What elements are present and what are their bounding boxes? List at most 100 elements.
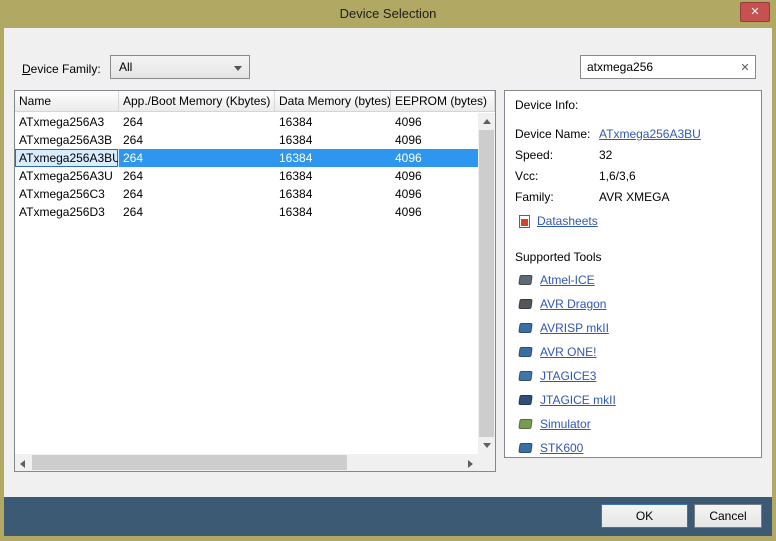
tool-link[interactable]: AVR ONE!: [540, 345, 596, 359]
info-row: Speed:32: [515, 145, 751, 166]
device-search-box: [580, 55, 756, 79]
atmel-ice-icon: [518, 275, 532, 285]
pdf-icon: [519, 215, 530, 228]
scroll-down-icon[interactable]: [478, 437, 495, 454]
horizontal-scroll-thumb[interactable]: [32, 455, 347, 470]
scroll-right-icon[interactable]: [461, 454, 478, 471]
device-value-cell: 16384: [275, 185, 391, 203]
table-header: Name App./Boot Memory (Kbytes) Data Memo…: [15, 91, 495, 112]
column-header-data[interactable]: Data Memory (bytes): [275, 91, 391, 111]
device-name-cell: ATxmega256D3: [15, 203, 119, 221]
device-info-fields: Device Name:ATxmega256A3BUSpeed:32Vcc:1,…: [515, 124, 751, 208]
tool-row: Atmel-ICE: [519, 268, 751, 292]
tool-row: Simulator: [519, 412, 751, 436]
tool-link[interactable]: AVRISP mkII: [540, 321, 609, 335]
device-value-cell: 4096: [391, 185, 478, 203]
info-value: 1,6/3,6: [599, 166, 636, 187]
device-value-cell: 264: [119, 203, 275, 221]
scrollbar-corner: [478, 454, 495, 471]
tool-link[interactable]: JTAGICE mkII: [540, 393, 616, 407]
page-title: Device Selection: [340, 6, 437, 21]
device-name-cell: ATxmega256A3BU: [15, 149, 119, 167]
tool-row: AVR ONE!: [519, 340, 751, 364]
title-bar[interactable]: Device Selection: [0, 0, 776, 28]
tool-link[interactable]: JTAGICE3: [540, 369, 596, 383]
scroll-up-icon[interactable]: [478, 113, 495, 130]
simulator-icon: [518, 419, 532, 429]
tool-row: JTAGICE3: [519, 364, 751, 388]
device-name-cell: ATxmega256C3: [15, 185, 119, 203]
device-value-cell: 16384: [275, 113, 391, 131]
info-label: Vcc:: [515, 166, 599, 187]
info-row: Family:AVR XMEGA: [515, 187, 751, 208]
ok-button[interactable]: OK: [601, 504, 688, 528]
avrisp-mkii-icon: [518, 323, 532, 333]
table-row[interactable]: ATxmega256A3BU264163844096: [15, 149, 478, 167]
supported-tools-heading: Supported Tools: [515, 250, 751, 264]
info-row: Vcc:1,6/3,6: [515, 166, 751, 187]
table-row[interactable]: ATxmega256A3U264163844096: [15, 167, 478, 185]
scroll-left-icon[interactable]: [15, 454, 32, 471]
datasheets-link[interactable]: Datasheets: [537, 214, 598, 228]
device-family-label: Device Family:: [22, 62, 101, 76]
info-value: 32: [599, 145, 612, 166]
info-label: Speed:: [515, 145, 599, 166]
device-value-cell: 4096: [391, 167, 478, 185]
avr-dragon-icon: [518, 299, 532, 309]
stk600-icon: [518, 443, 532, 453]
tool-row: JTAGICE mkII: [519, 388, 751, 412]
device-selection-dialog: Device Selection Device Family: All Name…: [0, 0, 776, 541]
table-row[interactable]: ATxmega256C3264163844096: [15, 185, 478, 203]
device-value-cell: 16384: [275, 149, 391, 167]
device-value-cell: 4096: [391, 131, 478, 149]
chevron-down-icon: [234, 66, 242, 71]
jtagice-mkii-icon: [518, 395, 532, 405]
device-info-header: Device Info:: [515, 98, 751, 112]
info-label: Family:: [515, 187, 599, 208]
device-family-value: All: [119, 60, 132, 74]
table-row[interactable]: ATxmega256A3264163844096: [15, 113, 478, 131]
info-value: AVR XMEGA: [599, 187, 669, 208]
jtagice3-icon: [518, 371, 532, 381]
device-value-cell: 264: [119, 149, 275, 167]
table-row[interactable]: ATxmega256A3B264163844096: [15, 131, 478, 149]
clear-search-icon[interactable]: [735, 61, 755, 74]
datasheets-row: Datasheets: [519, 210, 751, 232]
dialog-body: Device Family: All Name App./Boot Memory…: [4, 28, 772, 536]
info-row: Device Name:ATxmega256A3BU: [515, 124, 751, 145]
device-table: Name App./Boot Memory (Kbytes) Data Memo…: [14, 90, 496, 472]
device-info-panel: Device Info: Device Name:ATxmega256A3BUS…: [504, 90, 762, 458]
vertical-scrollbar[interactable]: [478, 113, 495, 454]
column-header-name[interactable]: Name: [15, 91, 119, 111]
device-family-select[interactable]: All: [110, 55, 250, 79]
tool-row: STK600: [519, 436, 751, 458]
info-label: Device Name:: [515, 124, 599, 145]
tool-link[interactable]: AVR Dragon: [540, 297, 606, 311]
supported-tools-list: Atmel-ICE AVR Dragon AVRISP mkII AVR ONE! JT…: [515, 268, 751, 458]
device-value-cell: 16384: [275, 131, 391, 149]
device-name-cell: ATxmega256A3: [15, 113, 119, 131]
device-name-link[interactable]: ATxmega256A3BU: [599, 124, 701, 145]
close-icon[interactable]: [740, 2, 770, 22]
tool-link[interactable]: STK600: [540, 441, 583, 455]
column-header-eeprom[interactable]: EEPROM (bytes): [391, 91, 495, 111]
device-value-cell: 4096: [391, 203, 478, 221]
search-input[interactable]: [581, 60, 735, 74]
device-value-cell: 264: [119, 185, 275, 203]
table-rows: ATxmega256A3264163844096ATxmega256A3B264…: [15, 113, 478, 454]
device-value-cell: 4096: [391, 149, 478, 167]
device-value-cell: 264: [119, 113, 275, 131]
horizontal-scrollbar[interactable]: [15, 454, 478, 471]
avr-one-icon: [518, 347, 532, 357]
tool-row: AVR Dragon: [519, 292, 751, 316]
vertical-scroll-thumb[interactable]: [479, 130, 494, 437]
column-header-memory[interactable]: App./Boot Memory (Kbytes): [119, 91, 275, 111]
tool-link[interactable]: Atmel-ICE: [540, 273, 595, 287]
device-value-cell: 264: [119, 167, 275, 185]
tool-link[interactable]: Simulator: [540, 417, 591, 431]
footer-bar: OK Cancel: [4, 497, 772, 536]
table-row[interactable]: ATxmega256D3264163844096: [15, 203, 478, 221]
device-value-cell: 4096: [391, 113, 478, 131]
device-value-cell: 16384: [275, 203, 391, 221]
cancel-button[interactable]: Cancel: [694, 504, 762, 528]
